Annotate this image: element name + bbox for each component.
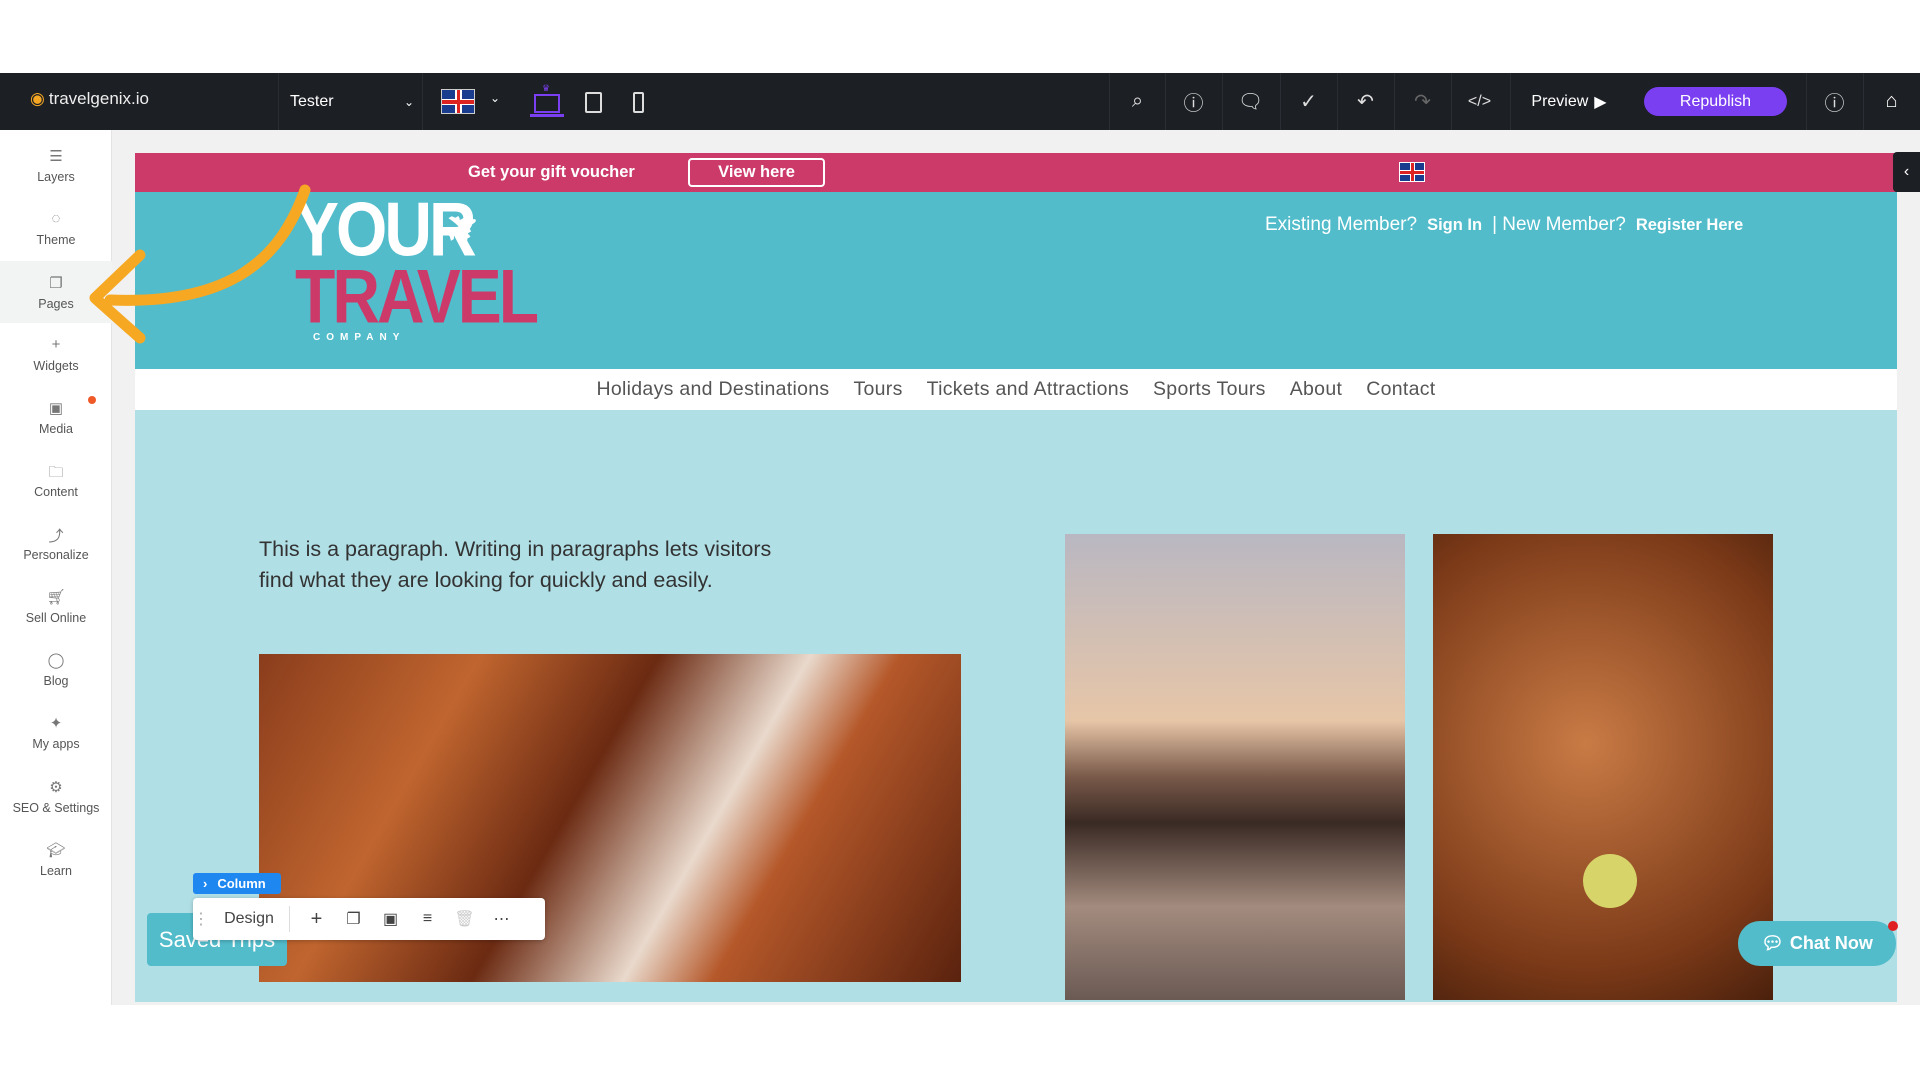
folder-icon: 🗀 bbox=[48, 462, 63, 480]
more-icon[interactable]: ⋯ bbox=[483, 909, 520, 929]
select-icon[interactable]: ▣ bbox=[372, 909, 409, 929]
element-toolbar: ⋮ Design + ❐ ▣ ≡ 🗑︎ ⋯ bbox=[193, 898, 545, 940]
drag-handle-icon[interactable]: ⋮ bbox=[193, 909, 209, 929]
nav-about[interactable]: About bbox=[1290, 378, 1342, 401]
chevron-down-icon: ⌄ bbox=[404, 95, 414, 109]
play-icon: ▶ bbox=[1594, 92, 1606, 112]
register-link[interactable]: Register Here bbox=[1636, 216, 1743, 235]
palette-icon: ◌ bbox=[52, 210, 61, 228]
pages-icon: ❐ bbox=[49, 274, 62, 292]
uk-flag-icon[interactable] bbox=[1399, 162, 1425, 182]
nav-holidays[interactable]: Holidays and Destinations bbox=[596, 378, 829, 401]
trash-icon[interactable]: 🗑︎ bbox=[446, 909, 483, 929]
desktop-view-icon[interactable]: ♛ bbox=[530, 83, 564, 119]
design-button[interactable]: Design bbox=[209, 910, 289, 928]
chat-now-button[interactable]: 💬︎Chat Now bbox=[1738, 921, 1896, 966]
divider bbox=[289, 906, 290, 932]
add-icon[interactable]: + bbox=[298, 908, 335, 931]
tablet-view-icon[interactable] bbox=[585, 92, 602, 113]
site-logo[interactable]: YOUR TRAVEL COMPANY ✈ bbox=[295, 200, 505, 360]
notification-dot bbox=[88, 396, 96, 404]
undo-icon[interactable]: ↶ bbox=[1337, 73, 1393, 130]
layers-icon: ☰ bbox=[49, 147, 62, 165]
nav-sports-tours[interactable]: Sports Tours bbox=[1153, 378, 1266, 401]
site-header: YOUR TRAVEL COMPANY ✈ Existing Member? S… bbox=[135, 192, 1897, 369]
cart-icon: 🛒︎ bbox=[46, 588, 65, 606]
notification-dot bbox=[1888, 921, 1898, 931]
home-icon[interactable]: ⌂ bbox=[1863, 73, 1919, 130]
speech-bubble-icon: ◯ bbox=[48, 651, 65, 669]
site-select[interactable]: Tester ⌄ bbox=[278, 73, 423, 130]
preview-button[interactable]: Preview▶ bbox=[1510, 73, 1627, 130]
uk-flag-icon[interactable] bbox=[441, 89, 475, 114]
check-icon[interactable]: ✓ bbox=[1280, 73, 1336, 130]
republish-button[interactable]: Republish bbox=[1644, 87, 1787, 116]
location-pin-icon: ◉ bbox=[30, 89, 45, 109]
code-icon[interactable]: </> bbox=[1451, 73, 1507, 130]
plus-icon: + bbox=[52, 336, 61, 354]
tennis-ball bbox=[1583, 854, 1637, 908]
sidebar-item-learn[interactable]: 🎓︎Learn bbox=[0, 828, 112, 890]
duplicate-icon[interactable]: ❐ bbox=[335, 909, 372, 929]
nav-tours[interactable]: Tours bbox=[853, 378, 902, 401]
help-icon[interactable]: ⓘ bbox=[1806, 73, 1862, 130]
route-icon: ⤴ bbox=[48, 525, 63, 543]
align-left-icon[interactable]: ≡ bbox=[409, 910, 446, 928]
chat-bubble-icon: 💬︎ bbox=[1761, 933, 1784, 954]
redo-icon[interactable]: ↷ bbox=[1394, 73, 1450, 130]
sidebar-item-personalize[interactable]: ⤴Personalize bbox=[0, 512, 112, 574]
view-here-button[interactable]: View here bbox=[688, 158, 825, 187]
sidebar-item-sell-online[interactable]: 🛒︎Sell Online bbox=[0, 575, 112, 637]
comment-icon[interactable]: 🗨 bbox=[1222, 73, 1278, 130]
paragraph[interactable]: This is a paragraph. Writing in paragrap… bbox=[259, 534, 789, 596]
sidebar-item-my-apps[interactable]: ✦My apps bbox=[0, 701, 112, 763]
sidebar-item-blog[interactable]: ◯Blog bbox=[0, 638, 112, 700]
brand-logo[interactable]: ◉ travelgenix.io bbox=[30, 89, 149, 109]
chevron-down-icon[interactable]: ⌄ bbox=[490, 91, 500, 105]
collapse-panel-button[interactable]: ‹ bbox=[1893, 152, 1920, 192]
annotation-arrow-icon bbox=[80, 180, 320, 350]
member-links: Existing Member? Sign In | New Member? R… bbox=[1265, 214, 1743, 236]
sidebar-item-seo-settings[interactable]: ⚙SEO & Settings bbox=[0, 765, 112, 827]
sidebar-item-content[interactable]: 🗀Content bbox=[0, 449, 112, 511]
site-nav: Holidays and Destinations Tours Tickets … bbox=[135, 369, 1897, 410]
graduation-cap-icon: 🎓︎ bbox=[46, 841, 65, 859]
big-ben-image[interactable] bbox=[1065, 534, 1405, 1000]
editor-toolbar: ◉ travelgenix.io Tester ⌄ ⌄ ♛ ⌕ ⓘ 🗨 ✓ ↶ … bbox=[0, 73, 1920, 130]
promo-text: Get your gift voucher bbox=[468, 163, 635, 182]
gear-icon: ⚙ bbox=[49, 778, 62, 796]
chevron-right-icon: › bbox=[203, 876, 207, 891]
nav-contact[interactable]: Contact bbox=[1366, 378, 1435, 401]
tennis-image[interactable] bbox=[1433, 534, 1773, 1000]
chevron-left-icon: ‹ bbox=[1904, 163, 1909, 181]
sign-in-link[interactable]: Sign In bbox=[1427, 216, 1482, 235]
info-icon[interactable]: ⓘ bbox=[1165, 73, 1221, 130]
image-icon: ▣ bbox=[49, 399, 63, 417]
mobile-view-icon[interactable] bbox=[633, 92, 644, 113]
puzzle-icon: ✦ bbox=[50, 714, 63, 732]
nav-tickets[interactable]: Tickets and Attractions bbox=[927, 378, 1129, 401]
sidebar-item-media[interactable]: ▣Media bbox=[0, 386, 112, 448]
search-icon[interactable]: ⌕ bbox=[1109, 73, 1165, 130]
column-tag[interactable]: ›Column bbox=[193, 873, 281, 894]
